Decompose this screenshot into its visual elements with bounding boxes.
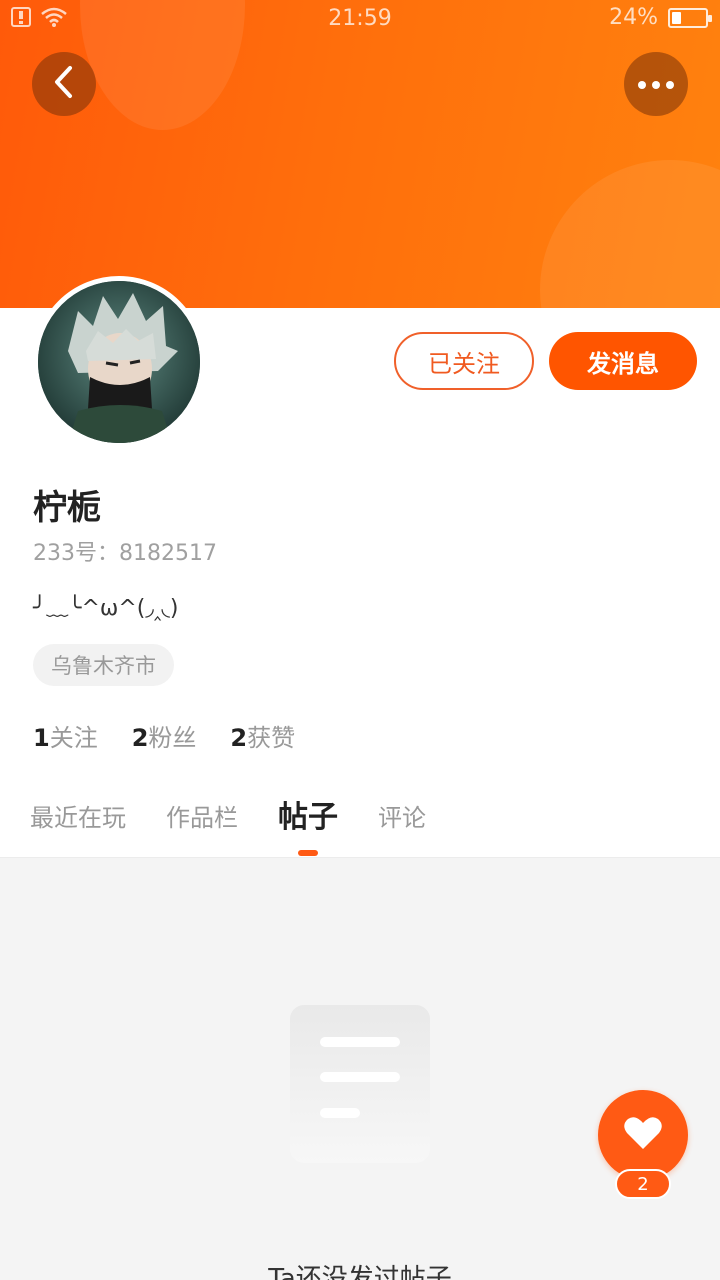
- tab-recently-played[interactable]: 最近在玩: [30, 790, 126, 856]
- user-id: 233号：8182517: [33, 541, 217, 566]
- tab-comments[interactable]: 评论: [378, 790, 426, 856]
- like-count-badge: 2: [615, 1169, 671, 1199]
- profile-header-background: [0, 0, 720, 308]
- stat-followers[interactable]: 2粉丝: [132, 718, 197, 753]
- stat-following[interactable]: 1关注: [33, 718, 98, 753]
- battery-percent: 24%: [609, 5, 658, 30]
- username: 柠栀: [33, 488, 101, 528]
- following-button[interactable]: 已关注: [394, 332, 534, 390]
- stats-row: 1关注 2粉丝 2获赞: [33, 718, 295, 753]
- send-message-button[interactable]: 发消息: [549, 332, 697, 390]
- profile-tabs: 最近在玩 作品栏 帖子 评论: [30, 790, 426, 856]
- back-arrow-icon: [51, 65, 77, 103]
- more-dots-icon: [636, 75, 676, 94]
- tab-posts-label: 帖子: [278, 800, 338, 835]
- document-icon: [290, 1005, 430, 1165]
- avatar[interactable]: [33, 276, 205, 448]
- active-tab-indicator: [298, 850, 318, 856]
- empty-state-text: Ta还没发过帖子: [268, 1264, 452, 1280]
- battery-level: [672, 11, 681, 24]
- heart-icon: [623, 1115, 663, 1155]
- like-button[interactable]: [598, 1090, 688, 1180]
- tab-works[interactable]: 作品栏: [166, 790, 238, 856]
- tab-posts[interactable]: 帖子: [278, 790, 338, 856]
- tabs-divider: [0, 857, 720, 858]
- status-bar: 21:59 24%: [0, 0, 720, 40]
- back-button[interactable]: [32, 52, 96, 116]
- battery-icon: [668, 7, 712, 28]
- stat-likes[interactable]: 2获赞: [230, 718, 295, 753]
- user-bio: ╯﹏╰^ω^(◞‸◟): [33, 596, 179, 621]
- location-tag: 乌鲁木齐市: [33, 644, 174, 686]
- header-decoration: [540, 160, 720, 308]
- more-button[interactable]: [624, 52, 688, 116]
